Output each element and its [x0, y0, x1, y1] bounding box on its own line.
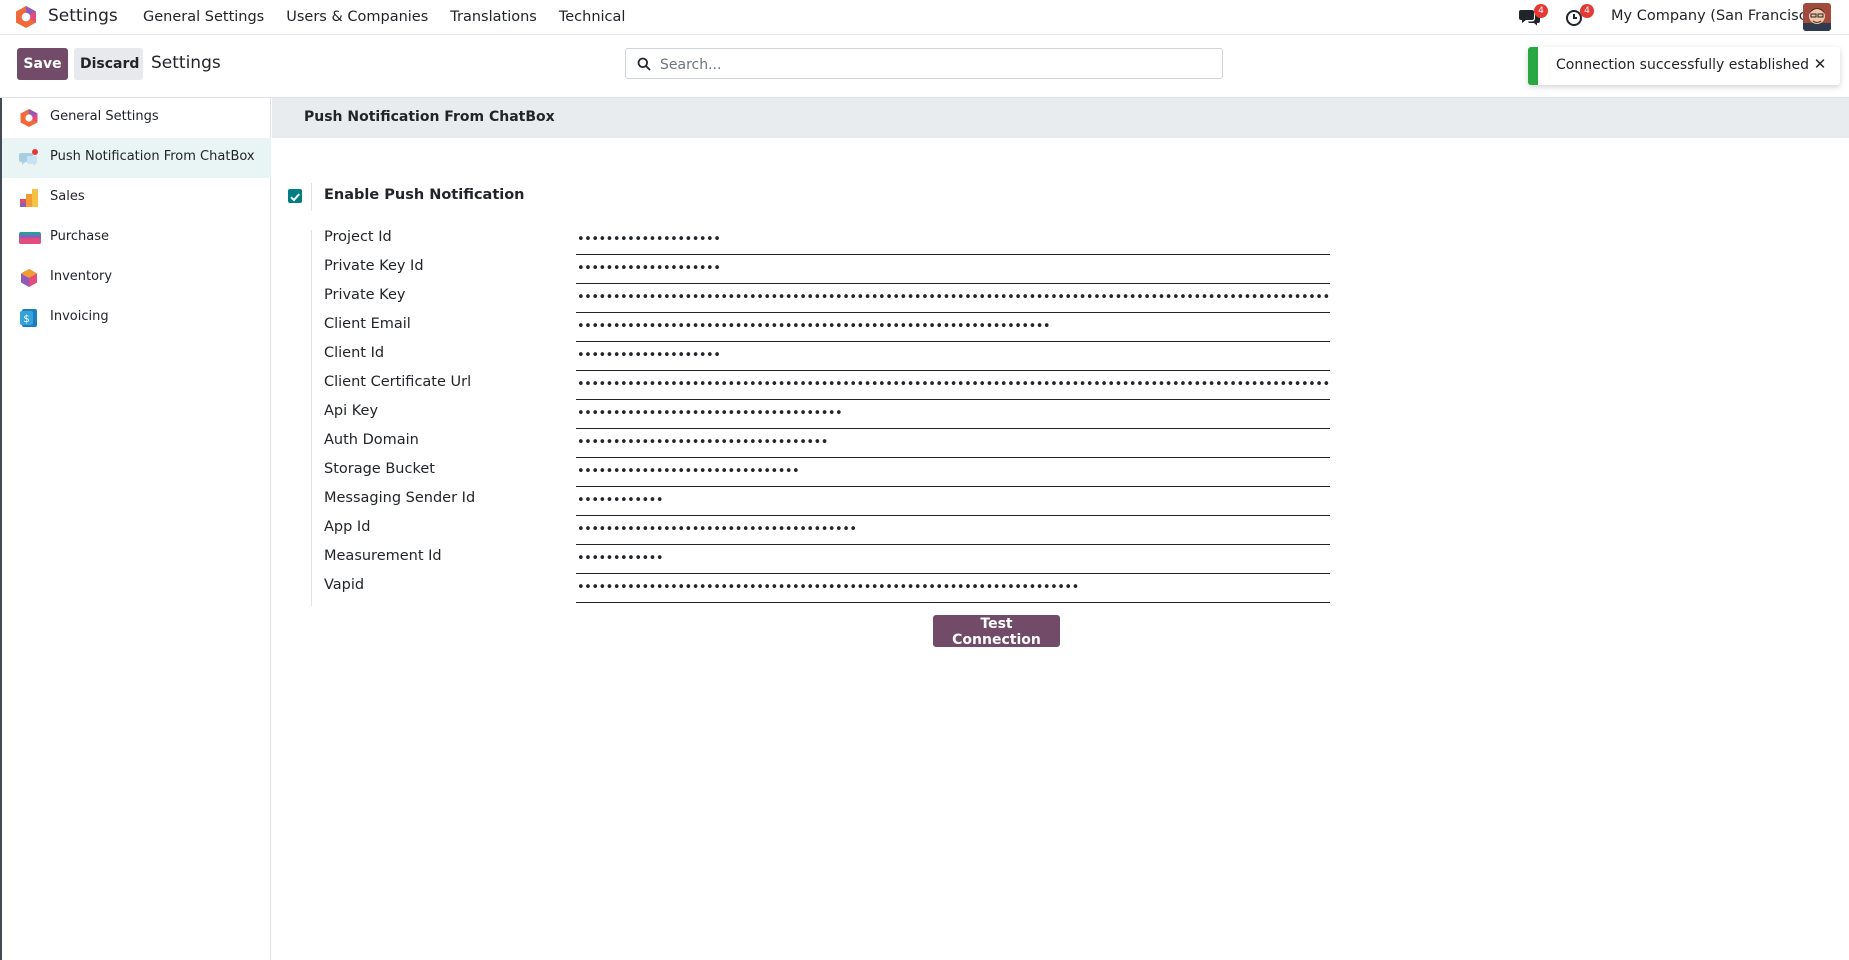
chatbox-app-icon: [19, 148, 39, 168]
private-key-id-input[interactable]: ••••••••••••••••••••: [576, 255, 1330, 284]
field-label: Private Key: [324, 287, 406, 303]
search-icon: [637, 57, 651, 71]
field-app-id: App Id •••••••••••••••••••••••••••••••••…: [324, 516, 1330, 545]
project-id-input[interactable]: ••••••••••••••••••••: [576, 226, 1330, 255]
search-bar[interactable]: [625, 48, 1223, 79]
odoo-settings-logo-icon[interactable]: [14, 5, 38, 29]
measurement-id-input[interactable]: ••••••••••••: [576, 545, 1330, 574]
settings-sidebar: General Settings Push Notification From …: [0, 98, 271, 960]
sidebar-item-push-notification[interactable]: Push Notification From ChatBox: [2, 138, 271, 178]
field-label: Private Key Id: [324, 258, 424, 274]
field-vapid: Vapid ••••••••••••••••••••••••••••••••••…: [324, 574, 1330, 603]
field-project-id: Project Id ••••••••••••••••••••: [324, 226, 1330, 255]
field-messaging-sender-id: Messaging Sender Id ••••••••••••: [324, 487, 1330, 516]
section-header: Push Notification From ChatBox: [272, 98, 1849, 138]
client-email-input[interactable]: ••••••••••••••••••••••••••••••••••••••••…: [576, 313, 1330, 342]
enable-push-notification-label: Enable Push Notification: [324, 187, 525, 203]
save-button[interactable]: Save: [17, 48, 68, 80]
invoicing-app-icon: $: [19, 308, 39, 328]
menu-general-settings[interactable]: General Settings: [132, 0, 275, 34]
field-label: Project Id: [324, 229, 392, 245]
menu-users-companies[interactable]: Users & Companies: [275, 0, 439, 34]
sidebar-item-label: Sales: [50, 189, 85, 204]
field-client-email: Client Email •••••••••••••••••••••••••••…: [324, 313, 1330, 342]
main-menu: General Settings Users & Companies Trans…: [132, 0, 636, 34]
test-connection-button[interactable]: Test Connection: [933, 615, 1060, 648]
field-label: Client Email: [324, 316, 411, 332]
section-title: Push Notification From ChatBox: [304, 109, 555, 125]
field-client-id: Client Id ••••••••••••••••••••: [324, 342, 1330, 371]
app-id-input[interactable]: •••••••••••••••••••••••••••••••••••••••: [576, 516, 1330, 545]
private-key-input[interactable]: ••••••••••••••••••••••••••••••••••••••••…: [576, 284, 1330, 313]
activity-systray[interactable]: 4: [1565, 4, 1594, 29]
sidebar-item-sales[interactable]: Sales: [2, 178, 271, 218]
auth-domain-input[interactable]: •••••••••••••••••••••••••••••••••••: [576, 429, 1330, 458]
field-label: Messaging Sender Id: [324, 490, 476, 506]
field-label: App Id: [324, 519, 371, 535]
sidebar-item-label: General Settings: [50, 109, 159, 124]
field-private-key: Private Key ••••••••••••••••••••••••••••…: [324, 284, 1330, 313]
inventory-app-icon: [19, 268, 39, 288]
sidebar-item-label: Push Notification From ChatBox: [50, 149, 255, 164]
api-key-input[interactable]: •••••••••••••••••••••••••••••••••••••: [576, 400, 1330, 429]
user-avatar[interactable]: [1803, 3, 1831, 31]
company-switcher[interactable]: My Company (San Francisco): [1611, 8, 1821, 24]
sidebar-item-purchase[interactable]: Purchase: [2, 218, 271, 258]
purchase-app-icon: [19, 228, 41, 248]
sales-app-icon: [19, 188, 39, 208]
sidebar-item-general-settings[interactable]: General Settings: [2, 98, 271, 138]
breadcrumb: Settings: [151, 53, 221, 73]
sidebar-item-label: Purchase: [50, 229, 110, 244]
client-id-input[interactable]: ••••••••••••••••••••: [576, 342, 1330, 371]
chat-count-badge: 4: [1534, 4, 1548, 18]
sidebar-item-inventory[interactable]: Inventory: [2, 258, 271, 298]
settings-app-icon: [19, 108, 39, 128]
notification-message: Connection successfully established: [1556, 57, 1810, 73]
setting-divider: [311, 183, 312, 211]
vapid-input[interactable]: ••••••••••••••••••••••••••••••••••••••••…: [576, 574, 1330, 603]
field-label: Auth Domain: [324, 432, 419, 448]
search-input[interactable]: [658, 53, 1212, 76]
top-navbar: Settings General Settings Users & Compan…: [0, 0, 1849, 35]
messaging-systray[interactable]: 4: [1519, 4, 1548, 29]
field-label: Client Id: [324, 345, 385, 361]
close-icon[interactable]: ✕: [1810, 54, 1830, 74]
storage-bucket-input[interactable]: •••••••••••••••••••••••••••••••: [576, 458, 1330, 487]
enable-push-notification-checkbox[interactable]: [288, 189, 302, 203]
success-notification: Connection successfully established ✕: [1528, 47, 1840, 85]
field-private-key-id: Private Key Id ••••••••••••••••••••: [324, 255, 1330, 284]
field-measurement-id: Measurement Id ••••••••••••: [324, 545, 1330, 574]
fields-divider: [311, 230, 312, 606]
discard-button[interactable]: Discard: [74, 48, 143, 80]
field-auth-domain: Auth Domain ••••••••••••••••••••••••••••…: [324, 429, 1330, 458]
menu-technical[interactable]: Technical: [548, 0, 637, 34]
field-label: Vapid: [324, 577, 365, 593]
field-label: Measurement Id: [324, 548, 442, 564]
sidebar-item-label: Invoicing: [50, 309, 109, 324]
field-label: Client Certificate Url: [324, 374, 472, 390]
client-certificate-url-input[interactable]: ••••••••••••••••••••••••••••••••••••••••…: [576, 371, 1330, 400]
svg-text:$: $: [23, 314, 29, 325]
field-api-key: Api Key ••••••••••••••••••••••••••••••••…: [324, 400, 1330, 429]
activity-count-badge: 4: [1580, 4, 1594, 18]
field-client-certificate-url: Client Certificate Url •••••••••••••••••…: [324, 371, 1330, 400]
field-label: Api Key: [324, 403, 379, 419]
field-storage-bucket: Storage Bucket •••••••••••••••••••••••••…: [324, 458, 1330, 487]
sidebar-item-label: Inventory: [50, 269, 113, 284]
messaging-sender-id-input[interactable]: ••••••••••••: [576, 487, 1330, 516]
checkmark-icon: [290, 193, 300, 202]
menu-translations[interactable]: Translations: [439, 0, 548, 34]
sidebar-item-invoicing[interactable]: $ Invoicing: [2, 298, 271, 338]
field-label: Storage Bucket: [324, 461, 435, 477]
app-title[interactable]: Settings: [48, 6, 118, 26]
